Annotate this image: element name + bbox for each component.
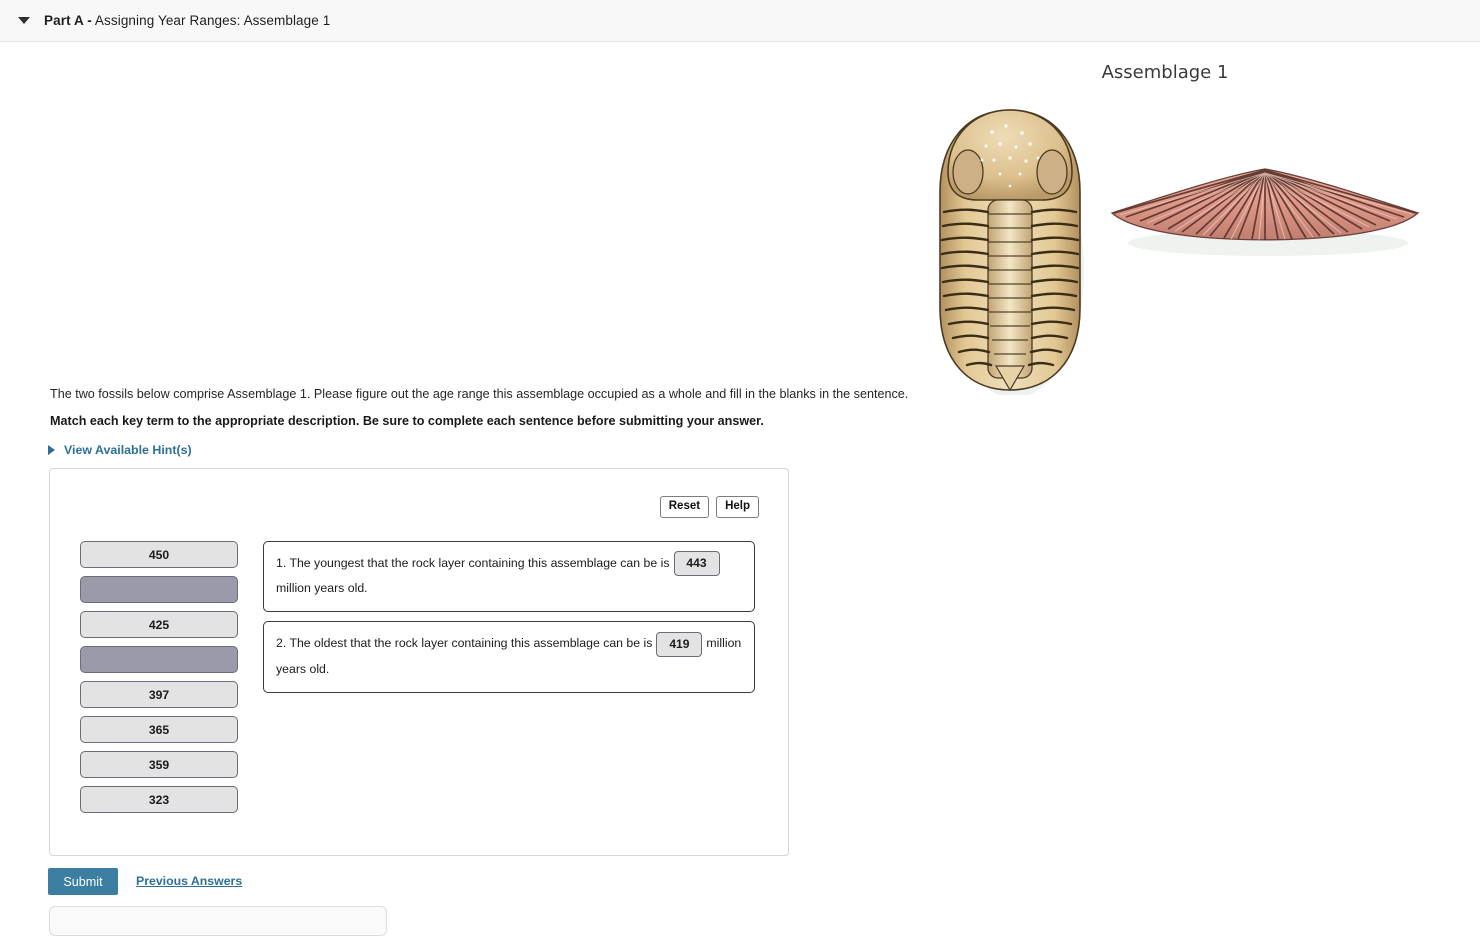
drop-slot-answer[interactable]: 443 — [673, 551, 720, 577]
caret-down-icon[interactable] — [18, 17, 30, 24]
reset-button[interactable]: Reset — [659, 496, 710, 518]
part-label: Part A - — [44, 13, 92, 28]
trilobite-fossil-illustration — [939, 109, 1084, 395]
view-hints-link[interactable]: View Available Hint(s) — [48, 443, 192, 457]
answer-tile[interactable]: 397 — [80, 681, 238, 708]
page-title: Part A - Assigning Year Ranges: Assembla… — [44, 13, 330, 28]
previous-answers-link[interactable]: Previous Answers — [136, 874, 242, 888]
answer-tile[interactable]: 365 — [80, 716, 238, 743]
drop-slot-answer[interactable]: 419 — [656, 631, 703, 657]
brachiopod-fossil-illustration — [1110, 168, 1420, 256]
view-hints-label: View Available Hint(s) — [64, 443, 192, 457]
assemblage-figure: Assemblage 1 — [900, 52, 1470, 402]
next-part-panel — [49, 906, 387, 936]
statement-box: 2. The oldest that the rock layer contai… — [263, 621, 755, 693]
answer-bank: 450 425 397 365 359 323 — [80, 541, 240, 821]
statement-lead-text: 2. The oldest that the rock layer contai… — [276, 636, 653, 651]
prompt-instruction-bold: Match each key term to the appropriate d… — [50, 414, 764, 428]
answer-tile[interactable]: 323 — [80, 786, 238, 813]
exercise-toolbar: Reset Help — [659, 496, 759, 518]
statement-lead-text: 1. The youngest that the rock layer cont… — [276, 556, 670, 570]
statement-trail-text: million years old. — [276, 581, 368, 596]
prompt-text: The two fossils below comprise Assemblag… — [50, 387, 909, 401]
answer-tile-used-slot — [80, 576, 238, 603]
submit-button[interactable]: Submit — [48, 868, 118, 895]
figure-title: Assemblage 1 — [1101, 62, 1229, 83]
part-title-text: Assigning Year Ranges: Assemblage 1 — [94, 13, 331, 28]
caret-right-icon — [48, 445, 55, 455]
part-header-bar: Part A - Assigning Year Ranges: Assembla… — [0, 0, 1480, 42]
answer-tile[interactable]: 450 — [80, 541, 238, 568]
answer-tile[interactable]: 359 — [80, 751, 238, 778]
help-button[interactable]: Help — [716, 496, 759, 518]
statement-list: 1. The youngest that the rock layer cont… — [263, 541, 755, 702]
drag-drop-panel: Reset Help 450 425 397 365 359 323 1. The you… — [49, 468, 789, 856]
answer-tile-used-slot — [80, 646, 238, 673]
answer-tile[interactable]: 425 — [80, 611, 238, 638]
statement-box: 1. The youngest that the rock layer cont… — [263, 541, 755, 613]
